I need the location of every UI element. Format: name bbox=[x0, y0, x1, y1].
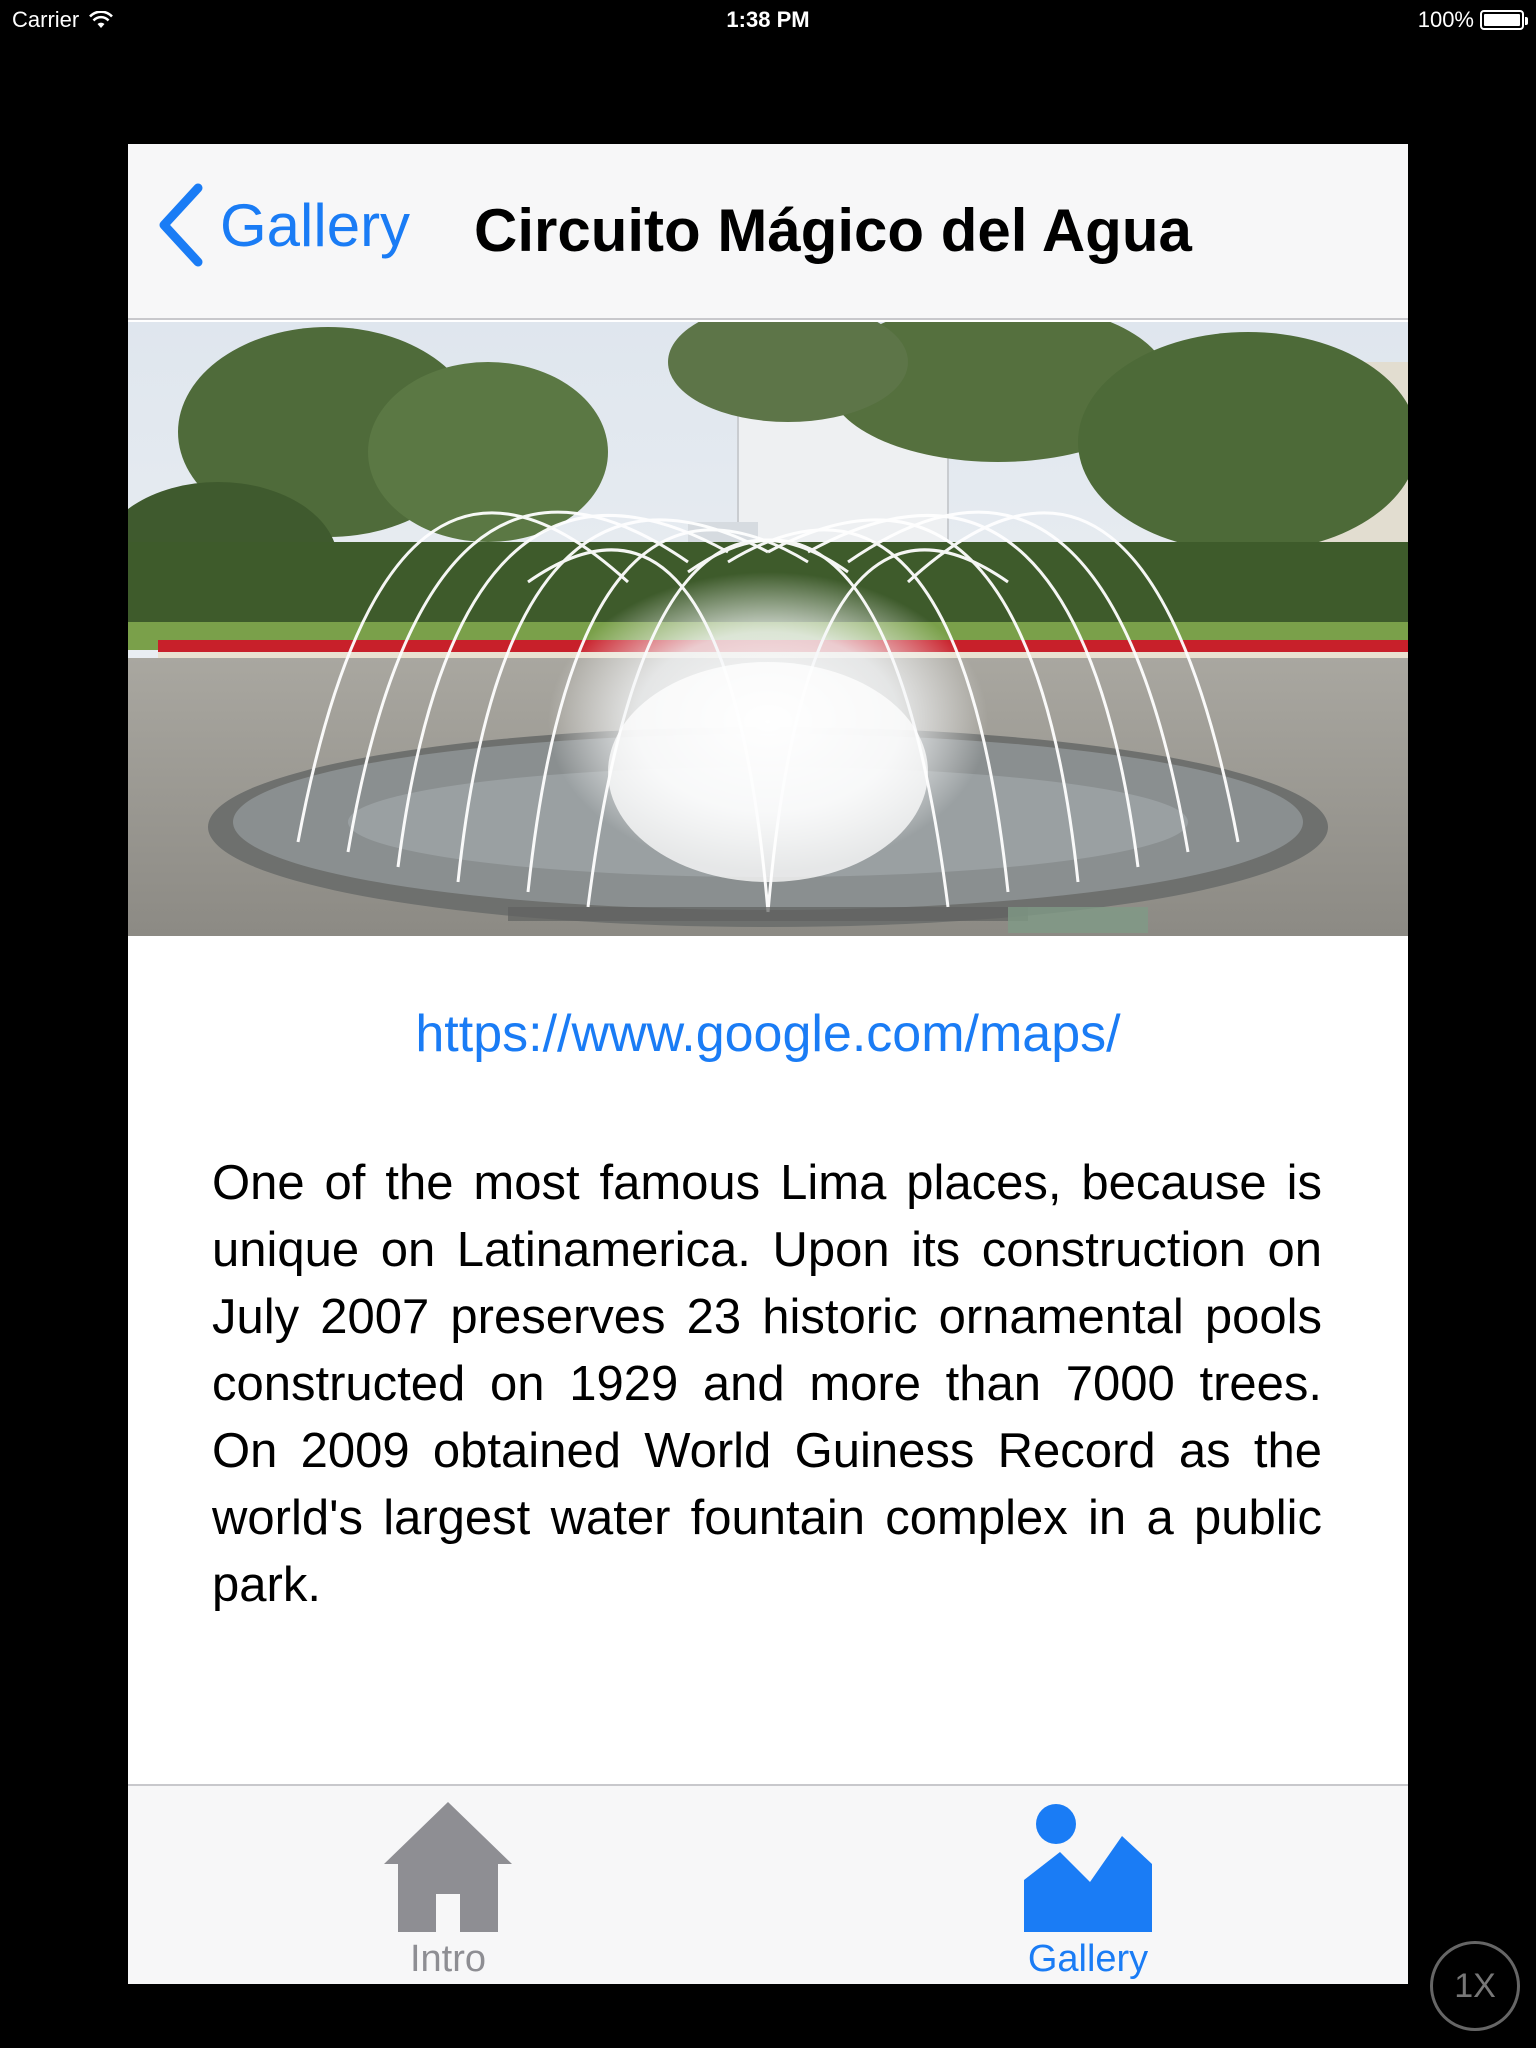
navigation-bar: Gallery Circuito Mágico del Agua bbox=[128, 144, 1408, 320]
place-description: One of the most famous Lima places, beca… bbox=[212, 1156, 1322, 1612]
gallery-icon bbox=[1024, 1804, 1152, 1932]
battery-icon bbox=[1480, 10, 1528, 30]
zoom-button[interactable]: 1X bbox=[1430, 1941, 1520, 2031]
back-button[interactable]: Gallery bbox=[156, 182, 410, 268]
status-time: 1:38 PM bbox=[726, 7, 810, 32]
tab-intro[interactable]: Intro bbox=[298, 1786, 598, 1984]
home-icon bbox=[384, 1802, 512, 1932]
tab-intro-label: Intro bbox=[409, 1938, 487, 1980]
app-window: Gallery Circuito Mágico del Agua https:/… bbox=[128, 144, 1408, 1984]
status-right: 100% bbox=[1417, 7, 1528, 33]
chevron-left-icon bbox=[159, 183, 203, 267]
tab-gallery[interactable]: Gallery bbox=[938, 1786, 1238, 1984]
page-title: Circuito Mágico del Agua bbox=[474, 197, 1192, 264]
map-link[interactable]: https://www.google.com/maps/ bbox=[128, 1004, 1408, 1064]
fountain-photo-illustration bbox=[128, 322, 1408, 936]
battery-percent: 100% bbox=[1417, 7, 1474, 32]
tab-gallery-label: Gallery bbox=[1027, 1938, 1149, 1980]
status-bar: Carrier 1:38 PM 100% bbox=[0, 0, 1536, 40]
fountain-photo bbox=[128, 322, 1408, 936]
tab-bar: Intro Gallery bbox=[128, 1784, 1408, 1984]
back-label: Gallery bbox=[220, 191, 411, 259]
